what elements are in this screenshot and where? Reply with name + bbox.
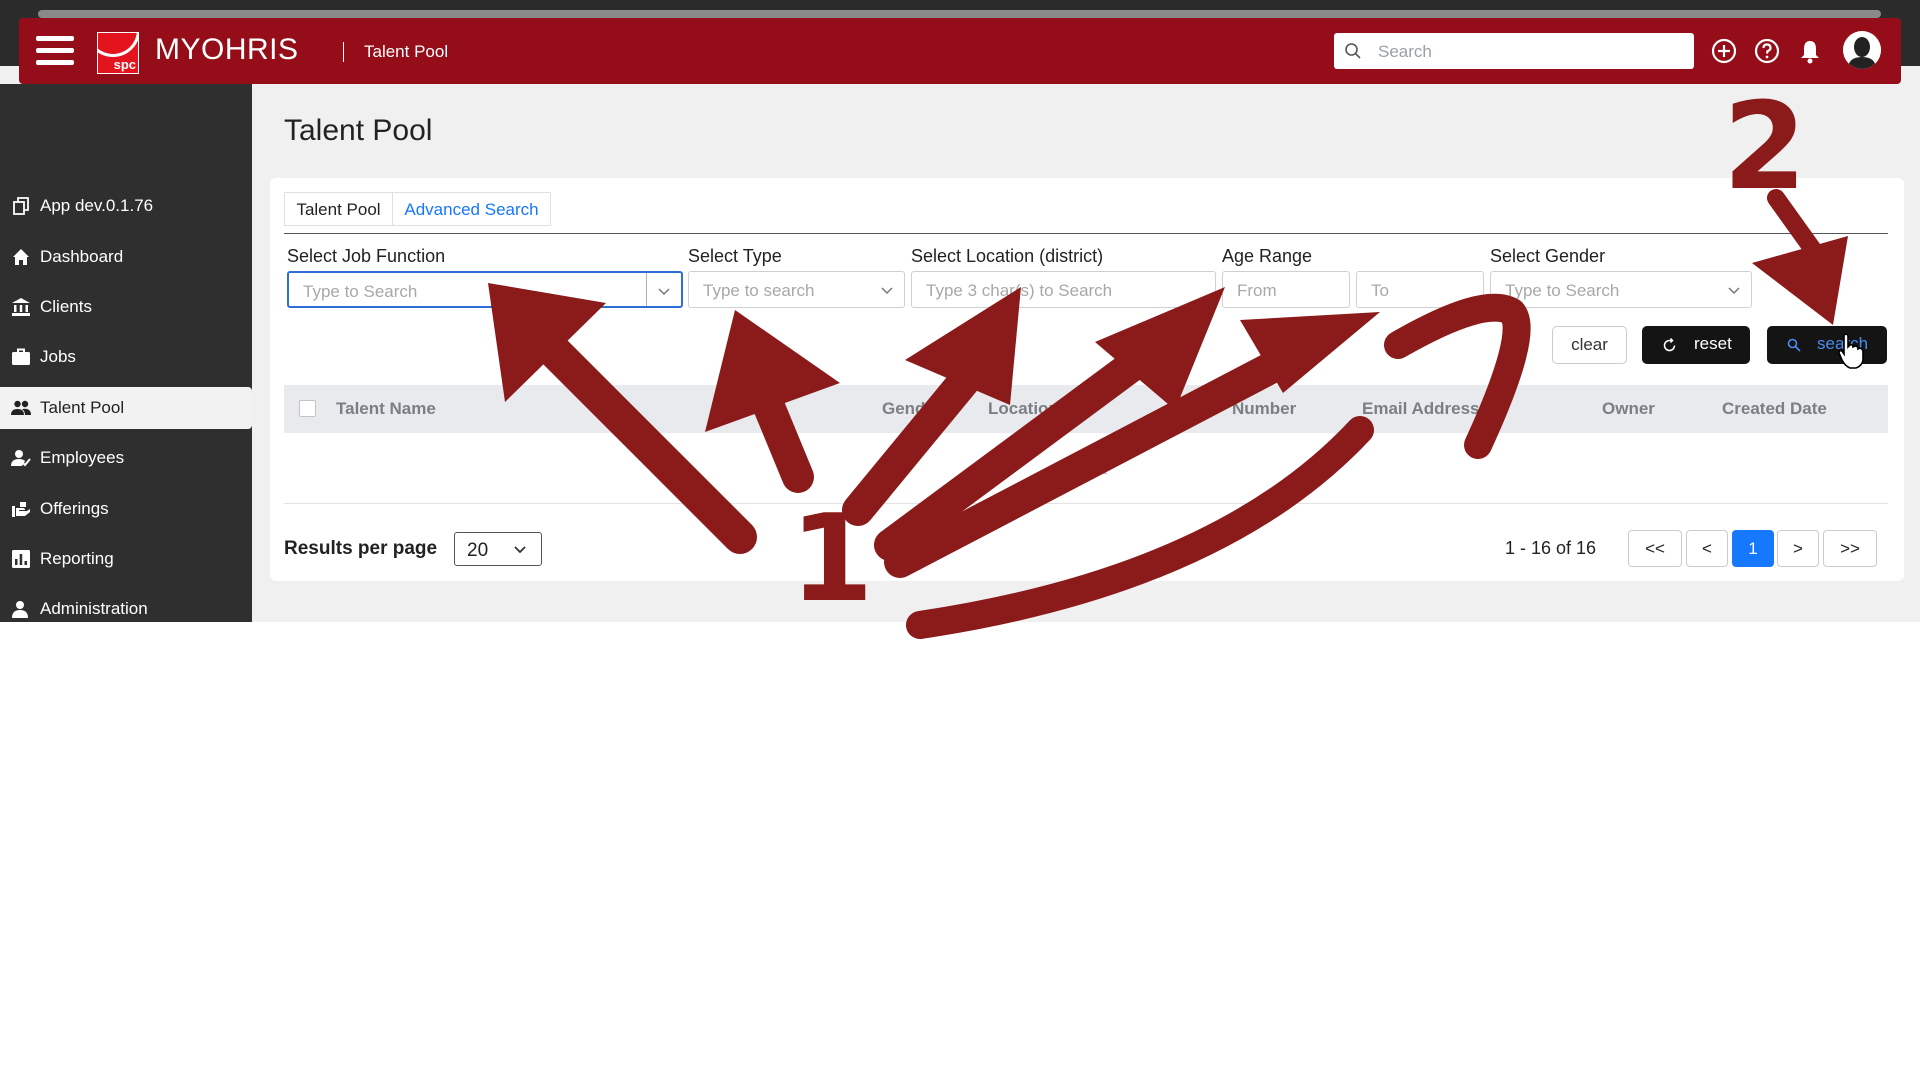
annotation-label-1: 1	[790, 490, 874, 629]
annotation-arrow-shaft	[531, 328, 757, 554]
annotation-hook	[1384, 293, 1531, 459]
hand-cursor-icon	[1838, 333, 1864, 369]
annotation-label-2: 2	[1723, 78, 1807, 217]
annotation-overlay: 1 2	[488, 78, 1864, 639]
annotation-arrowhead	[1752, 236, 1848, 325]
